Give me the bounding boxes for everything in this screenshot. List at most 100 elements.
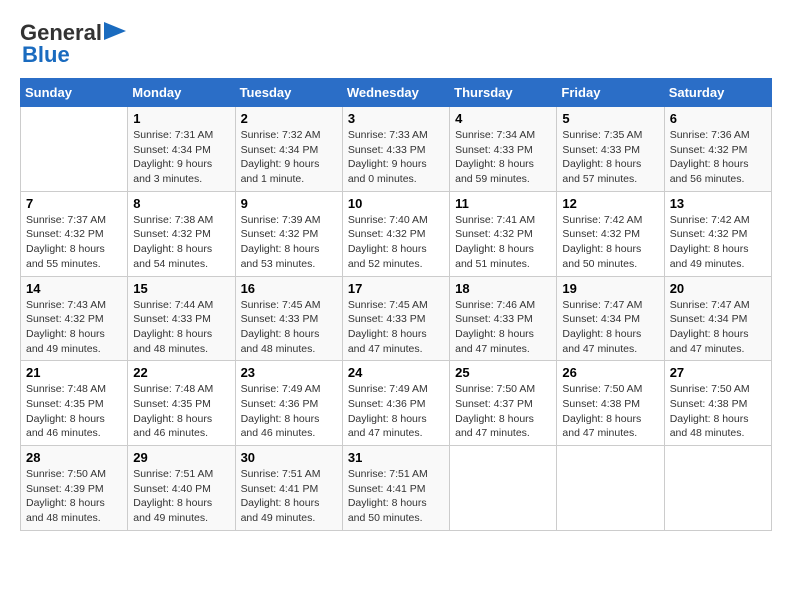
calendar-cell: 29 Sunrise: 7:51 AMSunset: 4:40 PMDayligh… [128, 446, 235, 531]
calendar-cell: 3Sunrise: 7:33 AMSunset: 4:33 PMDaylight… [342, 107, 449, 192]
day-number: 30 [241, 450, 337, 465]
calendar-cell: 12 Sunrise: 7:42 AMSunset: 4:32 PMDayligh… [557, 191, 664, 276]
day-number: 29 [133, 450, 229, 465]
column-header-tuesday: Tuesday [235, 79, 342, 107]
calendar-cell: 27 Sunrise: 7:50 AMSunset: 4:38 PMDayligh… [664, 361, 771, 446]
calendar-cell: 8Sunrise: 7:38 AMSunset: 4:32 PMDaylight… [128, 191, 235, 276]
day-info: Sunrise: 7:36 AMSunset: 4:32 PMDaylight:… [670, 128, 766, 187]
day-info: Sunrise: 7:50 AMSunset: 4:39 PMDaylight:… [26, 467, 122, 526]
calendar-week-3: 21 Sunrise: 7:48 AMSunset: 4:35 PMDayligh… [21, 361, 772, 446]
day-info: Sunrise: 7:51 AMSunset: 4:41 PMDaylight:… [241, 467, 337, 526]
calendar-cell [664, 446, 771, 531]
day-number: 7 [26, 196, 122, 211]
day-number: 17 [348, 281, 444, 296]
calendar-cell: 17 Sunrise: 7:45 AMSunset: 4:33 PMDayligh… [342, 276, 449, 361]
day-info: Sunrise: 7:51 AMSunset: 4:41 PMDaylight:… [348, 467, 444, 526]
calendar-cell: 4 Sunrise: 7:34 AMSunset: 4:33 PMDaylight… [450, 107, 557, 192]
calendar-cell: 15 Sunrise: 7:44 AMSunset: 4:33 PMDayligh… [128, 276, 235, 361]
day-info: Sunrise: 7:44 AMSunset: 4:33 PMDaylight:… [133, 298, 229, 357]
calendar-cell: 13Sunrise: 7:42 AMSunset: 4:32 PMDayligh… [664, 191, 771, 276]
calendar-header: SundayMondayTuesdayWednesdayThursdayFrid… [21, 79, 772, 107]
calendar-cell: 19 Sunrise: 7:47 AMSunset: 4:34 PMDayligh… [557, 276, 664, 361]
day-info: Sunrise: 7:37 AMSunset: 4:32 PMDaylight:… [26, 213, 122, 272]
day-info: Sunrise: 7:49 AMSunset: 4:36 PMDaylight:… [241, 382, 337, 441]
calendar-cell: 10 Sunrise: 7:40 AMSunset: 4:32 PMDayligh… [342, 191, 449, 276]
day-number: 12 [562, 196, 658, 211]
day-info: Sunrise: 7:35 AMSunset: 4:33 PMDaylight:… [562, 128, 658, 187]
day-number: 8 [133, 196, 229, 211]
day-number: 15 [133, 281, 229, 296]
day-info: Sunrise: 7:49 AMSunset: 4:36 PMDaylight:… [348, 382, 444, 441]
calendar-cell: 5Sunrise: 7:35 AMSunset: 4:33 PMDaylight… [557, 107, 664, 192]
day-info: Sunrise: 7:50 AMSunset: 4:37 PMDaylight:… [455, 382, 551, 441]
column-header-monday: Monday [128, 79, 235, 107]
day-number: 16 [241, 281, 337, 296]
day-info: Sunrise: 7:42 AMSunset: 4:32 PMDaylight:… [670, 213, 766, 272]
calendar-cell: 2Sunrise: 7:32 AMSunset: 4:34 PMDaylight… [235, 107, 342, 192]
calendar-cell [450, 446, 557, 531]
calendar-cell: 30 Sunrise: 7:51 AMSunset: 4:41 PMDayligh… [235, 446, 342, 531]
day-info: Sunrise: 7:39 AMSunset: 4:32 PMDaylight:… [241, 213, 337, 272]
day-info: Sunrise: 7:50 AMSunset: 4:38 PMDaylight:… [562, 382, 658, 441]
day-info: Sunrise: 7:32 AMSunset: 4:34 PMDaylight:… [241, 128, 337, 187]
day-number: 25 [455, 365, 551, 380]
day-number: 20 [670, 281, 766, 296]
day-info: Sunrise: 7:34 AMSunset: 4:33 PMDaylight:… [455, 128, 551, 187]
day-number: 21 [26, 365, 122, 380]
calendar-cell [557, 446, 664, 531]
column-header-saturday: Saturday [664, 79, 771, 107]
day-number: 11 [455, 196, 551, 211]
calendar-cell: 21 Sunrise: 7:48 AMSunset: 4:35 PMDayligh… [21, 361, 128, 446]
day-number: 1 [133, 111, 229, 126]
logo-arrow-icon [104, 22, 126, 40]
calendar-cell: 18 Sunrise: 7:46 AMSunset: 4:33 PMDayligh… [450, 276, 557, 361]
day-number: 14 [26, 281, 122, 296]
day-number: 28 [26, 450, 122, 465]
calendar-cell: 6 Sunrise: 7:36 AMSunset: 4:32 PMDaylight… [664, 107, 771, 192]
calendar-cell: 25 Sunrise: 7:50 AMSunset: 4:37 PMDayligh… [450, 361, 557, 446]
day-number: 31 [348, 450, 444, 465]
day-info: Sunrise: 7:41 AMSunset: 4:32 PMDaylight:… [455, 213, 551, 272]
day-number: 27 [670, 365, 766, 380]
day-info: Sunrise: 7:45 AMSunset: 4:33 PMDaylight:… [241, 298, 337, 357]
calendar-cell: 26 Sunrise: 7:50 AMSunset: 4:38 PMDayligh… [557, 361, 664, 446]
day-info: Sunrise: 7:46 AMSunset: 4:33 PMDaylight:… [455, 298, 551, 357]
day-number: 4 [455, 111, 551, 126]
day-number: 3 [348, 111, 444, 126]
day-info: Sunrise: 7:48 AMSunset: 4:35 PMDaylight:… [26, 382, 122, 441]
column-header-friday: Friday [557, 79, 664, 107]
calendar-cell [21, 107, 128, 192]
calendar-cell: 9 Sunrise: 7:39 AMSunset: 4:32 PMDaylight… [235, 191, 342, 276]
day-number: 23 [241, 365, 337, 380]
calendar-cell: 24 Sunrise: 7:49 AMSunset: 4:36 PMDayligh… [342, 361, 449, 446]
day-number: 9 [241, 196, 337, 211]
calendar-week-2: 14 Sunrise: 7:43 AMSunset: 4:32 PMDayligh… [21, 276, 772, 361]
calendar-cell: 14 Sunrise: 7:43 AMSunset: 4:32 PMDayligh… [21, 276, 128, 361]
calendar-cell: 16 Sunrise: 7:45 AMSunset: 4:33 PMDayligh… [235, 276, 342, 361]
day-info: Sunrise: 7:45 AMSunset: 4:33 PMDaylight:… [348, 298, 444, 357]
day-number: 26 [562, 365, 658, 380]
day-number: 19 [562, 281, 658, 296]
day-number: 6 [670, 111, 766, 126]
column-header-sunday: Sunday [21, 79, 128, 107]
day-info: Sunrise: 7:48 AMSunset: 4:35 PMDaylight:… [133, 382, 229, 441]
day-info: Sunrise: 7:40 AMSunset: 4:32 PMDaylight:… [348, 213, 444, 272]
column-header-wednesday: Wednesday [342, 79, 449, 107]
day-info: Sunrise: 7:51 AMSunset: 4:40 PMDaylight:… [133, 467, 229, 526]
day-number: 18 [455, 281, 551, 296]
page-header: General Blue [20, 20, 772, 68]
day-info: Sunrise: 7:42 AMSunset: 4:32 PMDaylight:… [562, 213, 658, 272]
day-number: 10 [348, 196, 444, 211]
calendar-week-4: 28 Sunrise: 7:50 AMSunset: 4:39 PMDayligh… [21, 446, 772, 531]
day-info: Sunrise: 7:50 AMSunset: 4:38 PMDaylight:… [670, 382, 766, 441]
day-number: 24 [348, 365, 444, 380]
logo-blue: Blue [22, 42, 70, 68]
calendar-week-1: 7 Sunrise: 7:37 AMSunset: 4:32 PMDaylight… [21, 191, 772, 276]
calendar-cell: 31 Sunrise: 7:51 AMSunset: 4:41 PMDayligh… [342, 446, 449, 531]
day-info: Sunrise: 7:31 AMSunset: 4:34 PMDaylight:… [133, 128, 229, 187]
calendar-cell: 20Sunrise: 7:47 AMSunset: 4:34 PMDayligh… [664, 276, 771, 361]
day-info: Sunrise: 7:47 AMSunset: 4:34 PMDaylight:… [562, 298, 658, 357]
calendar-cell: 7 Sunrise: 7:37 AMSunset: 4:32 PMDaylight… [21, 191, 128, 276]
day-number: 22 [133, 365, 229, 380]
day-info: Sunrise: 7:43 AMSunset: 4:32 PMDaylight:… [26, 298, 122, 357]
